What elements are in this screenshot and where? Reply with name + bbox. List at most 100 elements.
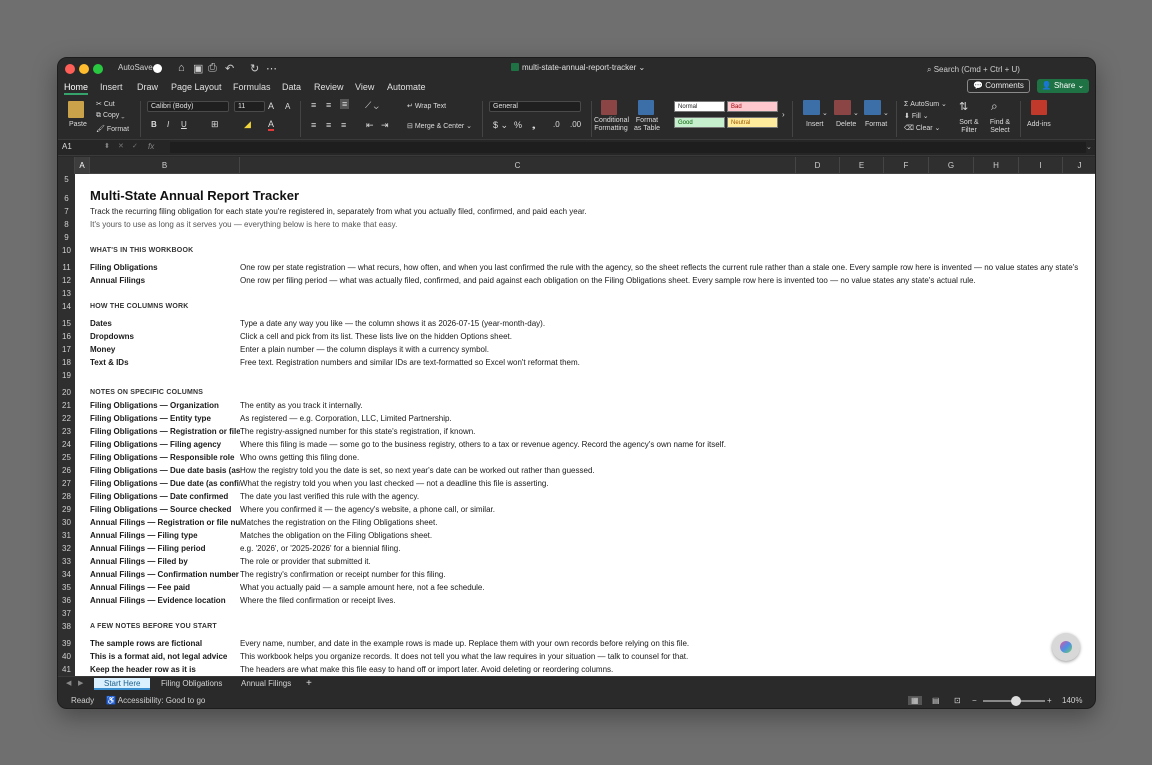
increase-indent-icon[interactable]: ⇥: [381, 120, 389, 131]
cell-b-label[interactable]: Filing Obligations — Entity type: [90, 414, 240, 423]
percent-icon[interactable]: %: [514, 120, 522, 130]
column-header-i[interactable]: I: [1019, 157, 1063, 174]
paste-button[interactable]: Paste: [69, 121, 87, 128]
row-header[interactable]: 10: [58, 246, 75, 255]
cell-b-label[interactable]: Filing Obligations — Filing agency: [90, 440, 240, 449]
share-button[interactable]: 👤 Share ⌄: [1037, 79, 1089, 93]
delete-cells-button[interactable]: Delete: [836, 121, 856, 128]
tab-data[interactable]: Data: [282, 82, 301, 92]
cell-b-label[interactable]: Text & IDs: [90, 358, 240, 367]
column-header-d[interactable]: D: [796, 157, 840, 174]
row-header[interactable]: 17: [58, 345, 75, 354]
comments-button[interactable]: 💬 Comments: [967, 79, 1030, 93]
autosum-button[interactable]: Σ AutoSum ⌄: [904, 100, 947, 108]
redo-icon[interactable]: ↻: [250, 62, 259, 75]
align-bottom-icon[interactable]: ≡: [340, 99, 350, 109]
tab-page-layout[interactable]: Page Layout: [171, 82, 222, 92]
row-header[interactable]: 35: [58, 583, 75, 592]
row-header[interactable]: 14: [58, 302, 75, 311]
comma-icon[interactable]: ❟: [532, 120, 536, 131]
document-title[interactable]: multi-state-annual-report-tracker ⌄: [511, 63, 645, 72]
prev-sheet-icon[interactable]: ◀: [66, 679, 71, 687]
cell-b-label[interactable]: Annual Filings — Filing period: [90, 544, 240, 553]
insert-cells-button[interactable]: Insert: [806, 121, 824, 128]
currency-icon[interactable]: $ ⌄: [493, 120, 508, 131]
cell-b-label[interactable]: Annual Filings — Confirmation number: [90, 570, 240, 579]
style-neutral[interactable]: Neutral: [727, 117, 778, 128]
row-header[interactable]: 13: [58, 289, 75, 298]
cell-c-description[interactable]: Matches the registration on the Filing O…: [240, 518, 1095, 527]
cell-c-description[interactable]: Free text. Registration numbers and simi…: [240, 358, 1095, 367]
delete-cells-icon[interactable]: ⌄: [834, 100, 859, 117]
font-color-icon[interactable]: A: [268, 119, 275, 131]
row-header[interactable]: 5: [58, 175, 75, 184]
zoom-in-button[interactable]: +: [1047, 696, 1052, 705]
cell-c-description[interactable]: What the registry told you when you last…: [240, 479, 1095, 488]
borders-icon[interactable]: ⊞: [211, 119, 219, 130]
select-all-button[interactable]: [58, 157, 75, 174]
tab-insert[interactable]: Insert: [100, 82, 123, 92]
zoom-out-button[interactable]: −: [972, 696, 977, 705]
row-header[interactable]: 19: [58, 371, 75, 380]
cell-c-description[interactable]: One row per state registration — what re…: [240, 263, 1095, 272]
insert-function-icon[interactable]: fx: [148, 142, 154, 151]
expand-formula-icon[interactable]: ⌄: [1086, 143, 1092, 151]
addins-icon[interactable]: [1031, 100, 1047, 117]
cell-c-description[interactable]: Type a date any way you like — the colum…: [240, 319, 1095, 328]
row-header[interactable]: 7: [58, 207, 75, 216]
cut-button[interactable]: ✂ Cut: [96, 100, 115, 108]
cell-c-description[interactable]: Click a cell and pick from its list. The…: [240, 332, 1095, 341]
row-header[interactable]: 6: [58, 194, 75, 203]
row-header[interactable]: 31: [58, 531, 75, 540]
zoom-level[interactable]: 140%: [1062, 696, 1082, 705]
cell-c-description[interactable]: Enter a plain number — the column displa…: [240, 345, 1095, 354]
find-select-button[interactable]: Find & Select: [985, 119, 1015, 135]
cell-b-label[interactable]: Dropdowns: [90, 332, 240, 341]
zoom-window-button[interactable]: [93, 64, 103, 74]
cell-c-description[interactable]: This workbook helps you organize records…: [240, 652, 1095, 661]
addins-button[interactable]: Add-ins: [1027, 121, 1051, 128]
row-header[interactable]: 39: [58, 639, 75, 648]
bold-icon[interactable]: B: [151, 120, 157, 129]
cell-b-label[interactable]: Filing Obligations — Source checked: [90, 505, 240, 514]
search-box[interactable]: ⌕ Search (Cmd + Ctrl + U): [927, 65, 1020, 75]
cell-c-description[interactable]: Where you confirmed it — the agency's we…: [240, 505, 1095, 514]
row-header[interactable]: 18: [58, 358, 75, 367]
increase-decimal-icon[interactable]: .0: [553, 120, 560, 129]
cell-b-label[interactable]: Annual Filings — Registration or file nu…: [90, 518, 240, 527]
tab-formulas[interactable]: Formulas: [233, 82, 271, 92]
cell-b-label[interactable]: Annual Filings — Evidence location: [90, 596, 240, 605]
cell-b-label[interactable]: Dates: [90, 319, 240, 328]
format-as-table-icon[interactable]: [638, 100, 654, 117]
formula-input[interactable]: [170, 142, 1086, 153]
format-cells-icon[interactable]: ⌄: [864, 100, 889, 117]
cell-b-label[interactable]: Keep the header row as it is: [90, 665, 240, 674]
cell-c-description[interactable]: The registry-assigned number for this st…: [240, 427, 1095, 436]
italic-icon[interactable]: I: [167, 120, 169, 129]
more-icon[interactable]: ⋯: [266, 62, 277, 75]
column-header-j[interactable]: J: [1063, 157, 1095, 174]
row-header[interactable]: 38: [58, 622, 75, 631]
sheet-tab-filing-obligations[interactable]: Filing Obligations: [151, 678, 232, 690]
cell-c-description[interactable]: How the registry told you the date is se…: [240, 466, 1095, 475]
cell-c-description[interactable]: As registered — e.g. Corporation, LLC, L…: [240, 414, 1095, 423]
align-right-icon[interactable]: ≡: [341, 120, 346, 130]
home-icon[interactable]: ⌂: [178, 62, 185, 74]
decrease-font-icon[interactable]: A: [285, 102, 290, 111]
cell-b-label[interactable]: Annual Filings — Filed by: [90, 557, 240, 566]
styles-more-icon[interactable]: ›: [782, 110, 785, 119]
cell-c-description[interactable]: Matches the obligation on the Filing Obl…: [240, 531, 1095, 540]
decrease-indent-icon[interactable]: ⇤: [366, 120, 374, 131]
fill-color-icon[interactable]: ◢: [244, 119, 251, 130]
row-header[interactable]: 26: [58, 466, 75, 475]
conditional-formatting-button[interactable]: Conditional Formatting: [594, 117, 629, 133]
sort-filter-icon[interactable]: ⇅: [959, 100, 968, 113]
row-header[interactable]: 20: [58, 388, 75, 397]
normal-view-icon[interactable]: ▦: [908, 696, 922, 705]
align-middle-icon[interactable]: ≡: [326, 100, 331, 110]
cell-c-description[interactable]: The registry's confirmation or receipt n…: [240, 570, 1095, 579]
cell-c-description[interactable]: One row per filing period — what was act…: [240, 276, 1095, 285]
worksheet-grid[interactable]: Multi-State Annual Report Tracker Track t…: [75, 174, 1095, 676]
cell-b-label[interactable]: Filing Obligations: [90, 263, 240, 272]
column-header-e[interactable]: E: [840, 157, 884, 174]
